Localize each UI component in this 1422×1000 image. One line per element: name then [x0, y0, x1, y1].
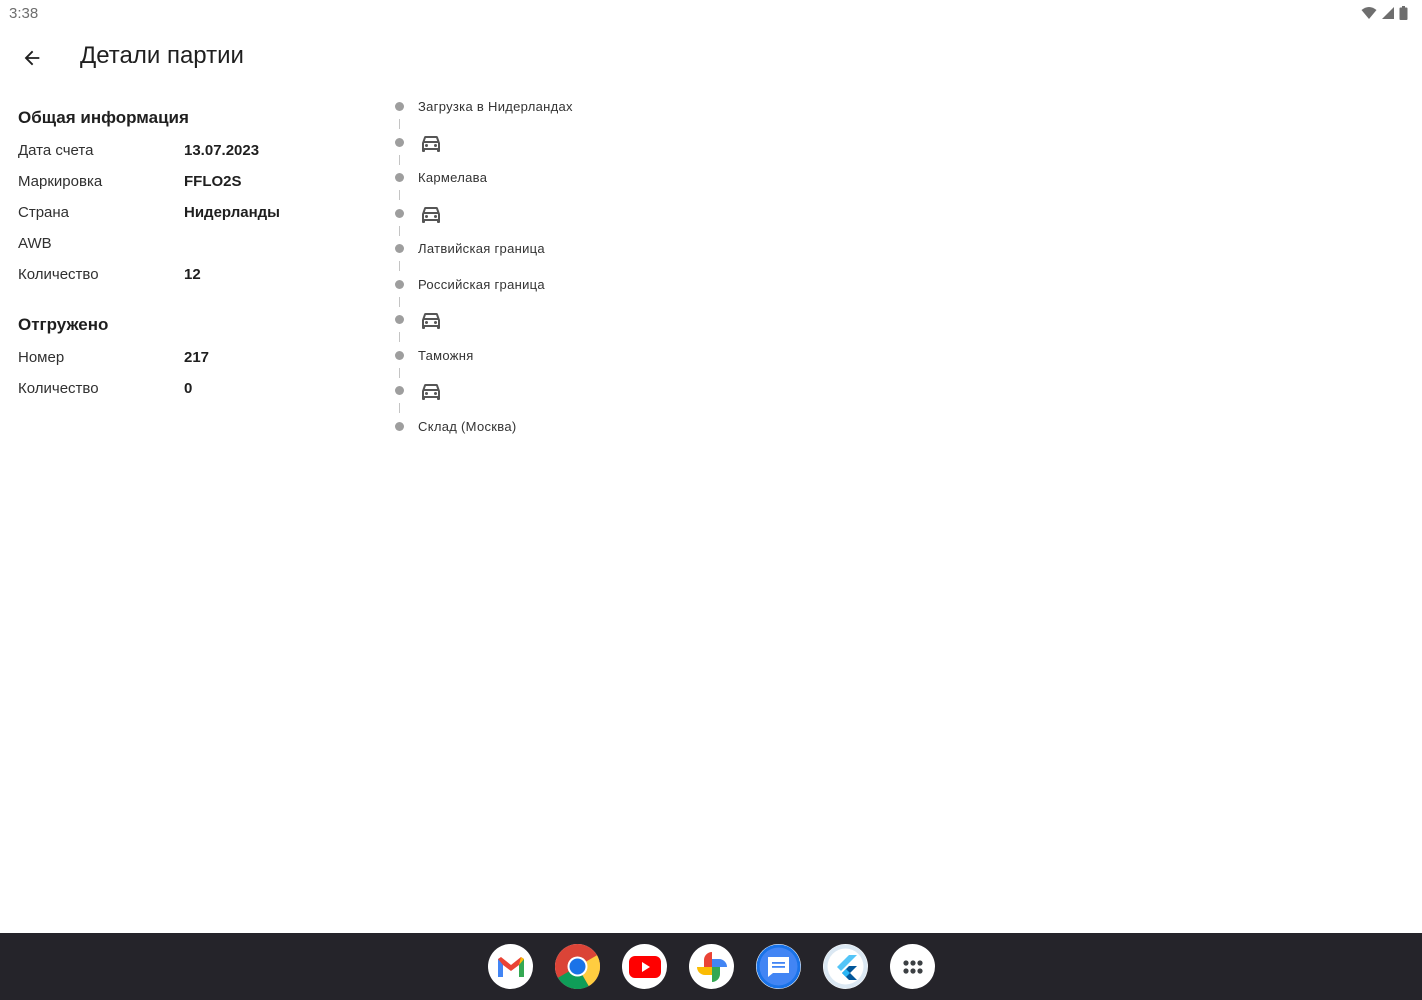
status-bar: 3:38 — [0, 0, 1422, 28]
timeline-dot — [395, 386, 404, 395]
timeline-stop: Таможня — [392, 344, 792, 380]
timeline-dot — [395, 350, 404, 360]
info-value: 217 — [184, 349, 210, 366]
timeline-transit — [392, 308, 792, 344]
car-icon — [422, 135, 440, 152]
timeline-transit — [392, 379, 792, 415]
timeline-connector — [399, 154, 400, 165]
car-icon — [422, 313, 440, 329]
info-row-invoice-date: Дата счета 13.07.2023 — [18, 136, 378, 167]
info-value: 0 — [184, 380, 193, 397]
info-label: Номер — [18, 349, 65, 366]
status-icons — [1361, 6, 1408, 20]
info-row-number: Номер 217 — [18, 343, 378, 374]
battery-icon — [1399, 6, 1408, 20]
timeline-transit — [392, 131, 792, 167]
messages-app-button[interactable] — [756, 944, 801, 989]
arrow-back-icon — [24, 50, 40, 66]
timeline-dot — [395, 315, 404, 324]
car-icon — [422, 384, 440, 400]
info-panel: Общая информация Дата счета 13.07.2023 М… — [18, 108, 378, 405]
chrome-icon — [555, 944, 600, 989]
timeline-stop: Российская граница — [392, 273, 792, 309]
timeline-connector — [399, 119, 400, 129]
info-label: Маркировка — [18, 173, 103, 190]
timeline-connector — [399, 332, 400, 342]
gmail-app-button[interactable] — [488, 944, 533, 989]
shipped-title: Отгружено — [18, 315, 109, 334]
timeline-connector — [399, 261, 400, 271]
timeline-stop-label: Латвийская граница — [418, 241, 545, 256]
timeline-stop: Латвийская граница — [392, 237, 792, 273]
messages-icon — [756, 944, 801, 989]
timeline-connector — [399, 225, 400, 236]
timeline-dot — [395, 421, 404, 431]
info-value: 13.07.2023 — [184, 142, 260, 159]
timeline-connector — [399, 403, 400, 413]
info-value: Нидерланды — [184, 204, 280, 221]
app-drawer-button[interactable] — [890, 944, 935, 989]
timeline-stop: Склад (Москва) — [392, 415, 792, 451]
youtube-icon — [628, 955, 661, 978]
screen: 3:38 Детали партии Общая информация Дата… — [0, 0, 1422, 1000]
page-title: Детали партии — [80, 42, 244, 69]
info-row-marking: Маркировка FFLO2S — [18, 167, 378, 198]
timeline-stop-label: Склад (Москва) — [418, 418, 517, 434]
general-info-title: Общая информация — [18, 108, 189, 127]
timeline-dot — [395, 244, 404, 253]
timeline-connector — [399, 190, 400, 200]
timeline-connector — [399, 296, 400, 307]
info-value: FFLO2S — [184, 173, 242, 190]
back-button[interactable] — [14, 40, 50, 76]
timeline-dot — [395, 137, 404, 147]
photos-icon — [696, 951, 727, 982]
chrome-app-button[interactable] — [555, 944, 600, 989]
wifi-icon — [1361, 7, 1377, 19]
timeline-dot — [395, 208, 404, 218]
app-drawer-icon — [902, 959, 923, 974]
timeline-dot — [395, 279, 404, 289]
info-row-shipped-quantity: Количество 0 — [18, 374, 378, 405]
gmail-icon — [497, 956, 524, 977]
timeline-stop-label: Таможня — [418, 347, 474, 363]
timeline-dot — [395, 102, 404, 111]
youtube-app-button[interactable] — [622, 944, 667, 989]
info-label: AWB — [18, 235, 52, 252]
taskbar — [0, 933, 1422, 1000]
info-row-country: Страна Нидерланды — [18, 198, 378, 229]
timeline-dot — [395, 173, 404, 182]
app-dock — [488, 944, 935, 989]
flutter-icon — [823, 944, 868, 989]
timeline-stop: Загрузка в Нидерландах — [392, 95, 792, 131]
car-icon — [422, 206, 440, 223]
timeline-connector — [399, 367, 400, 378]
timeline-transit — [392, 202, 792, 238]
app-bar: Детали партии — [0, 28, 1422, 88]
timeline-stop: Кармелава — [392, 166, 792, 202]
info-label: Количество — [18, 266, 99, 283]
info-value: 12 — [184, 266, 201, 283]
signal-icon — [1382, 7, 1394, 19]
photos-app-button[interactable] — [689, 944, 734, 989]
status-time: 3:38 — [9, 5, 39, 22]
info-label: Дата счета — [18, 142, 94, 159]
route-timeline: Загрузка в Нидерландах Кармелава Латвийс… — [392, 95, 792, 450]
info-label: Количество — [18, 380, 99, 397]
flutter-app-button[interactable] — [823, 944, 868, 989]
timeline-stop-label: Кармелава — [418, 170, 488, 185]
timeline-stop-label: Российская граница — [418, 276, 545, 292]
timeline-stop-label: Загрузка в Нидерландах — [418, 99, 573, 114]
info-row-quantity: Количество 12 — [18, 260, 378, 291]
info-label: Страна — [18, 204, 70, 221]
info-row-awb: AWB — [18, 229, 378, 260]
